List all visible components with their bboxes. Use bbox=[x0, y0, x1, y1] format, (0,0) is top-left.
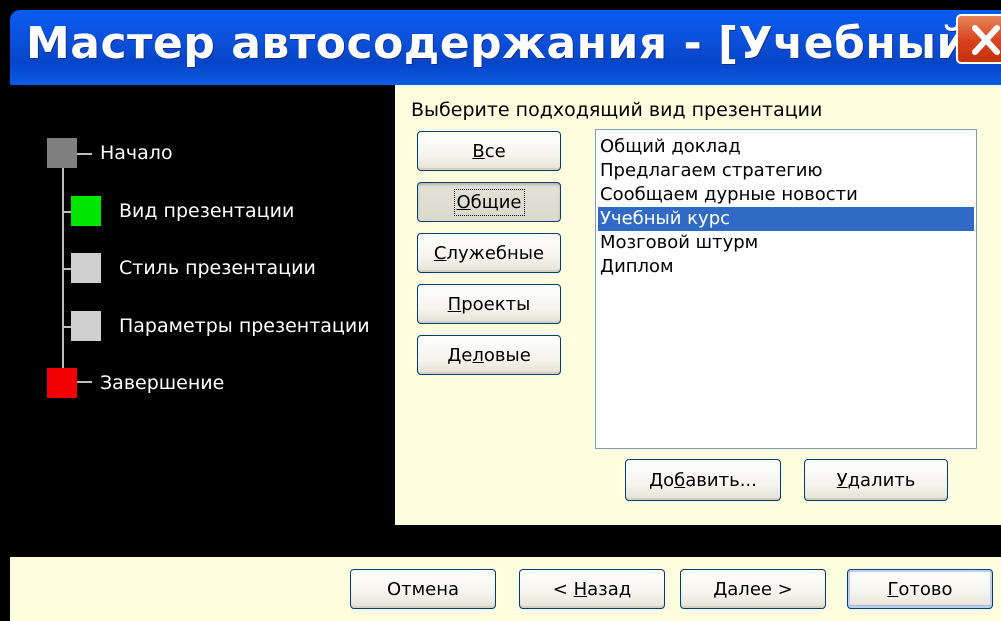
next-button[interactable]: Далее > bbox=[680, 569, 826, 609]
step-finish[interactable]: Завершение bbox=[47, 368, 347, 398]
button-label: Проекты bbox=[447, 293, 531, 315]
step-presentation-style[interactable]: Стиль презентации bbox=[71, 253, 371, 283]
button-label: Удалить bbox=[836, 469, 916, 491]
step-indicator bbox=[71, 196, 101, 226]
button-label: Далее > bbox=[713, 578, 793, 600]
list-item-selected[interactable]: Учебный курс bbox=[598, 207, 974, 231]
button-label: Все bbox=[472, 140, 506, 162]
finish-button[interactable]: Готово bbox=[847, 569, 993, 609]
step-label: Начало bbox=[100, 142, 173, 164]
main-heading: Выберите подходящий вид презентации bbox=[411, 99, 823, 121]
category-business-button[interactable]: Деловые bbox=[417, 335, 561, 375]
presentation-list[interactable]: Общий доклад Предлагаем стратегию Сообща… bbox=[595, 129, 977, 449]
steps-connector bbox=[62, 153, 64, 381]
add-button[interactable]: Добавить... bbox=[625, 459, 781, 501]
list-item[interactable]: Сообщаем дурные новости bbox=[598, 183, 974, 207]
back-button[interactable]: < Назад bbox=[519, 569, 665, 609]
title-bar[interactable]: Мастер автосодержания - [Учебный курс] bbox=[10, 10, 1001, 85]
step-label: Стиль презентации bbox=[119, 257, 316, 279]
dialog-window: Мастер автосодержания - [Учебный курс] Н… bbox=[0, 0, 1001, 621]
step-indicator bbox=[71, 253, 101, 283]
step-presentation-type[interactable]: Вид презентации bbox=[71, 196, 371, 226]
step-indicator bbox=[47, 138, 77, 168]
delete-button[interactable]: Удалить bbox=[804, 459, 948, 501]
list-item[interactable]: Общий доклад bbox=[598, 135, 974, 159]
window-title: Мастер автосодержания - [Учебный курс] bbox=[26, 18, 1001, 69]
list-item[interactable]: Мозговой штурм bbox=[598, 231, 974, 255]
step-indicator bbox=[47, 368, 77, 398]
category-general-button[interactable]: Общие bbox=[417, 182, 561, 222]
step-start[interactable]: Начало bbox=[47, 138, 347, 168]
step-label: Завершение bbox=[100, 372, 225, 394]
step-label: Вид презентации bbox=[119, 200, 295, 222]
separator-band bbox=[10, 525, 1001, 557]
step-presentation-options[interactable]: Параметры презентации bbox=[71, 311, 391, 341]
button-label: < Назад bbox=[552, 578, 632, 600]
button-label: Служебные bbox=[433, 242, 545, 264]
category-service-button[interactable]: Служебные bbox=[417, 233, 561, 273]
step-indicator bbox=[71, 311, 101, 341]
category-projects-button[interactable]: Проекты bbox=[417, 284, 561, 324]
list-item[interactable]: Диплом bbox=[598, 255, 974, 279]
category-all-button[interactable]: Все bbox=[417, 131, 561, 171]
steps-panel: Начало Вид презентации Стиль презентации… bbox=[10, 85, 395, 525]
button-label: Отмена bbox=[386, 578, 460, 600]
cancel-button[interactable]: Отмена bbox=[350, 569, 496, 609]
button-label: Деловые bbox=[447, 344, 531, 366]
list-item[interactable]: Предлагаем стратегию bbox=[598, 159, 974, 183]
main-panel: Выберите подходящий вид презентации Все … bbox=[395, 85, 1001, 525]
footer-bar: Отмена < Назад Далее > Готово bbox=[10, 557, 1001, 621]
button-label: Готово bbox=[887, 578, 953, 600]
step-label: Параметры презентации bbox=[119, 315, 370, 337]
close-icon bbox=[972, 25, 1000, 55]
button-label: Добавить... bbox=[649, 469, 757, 491]
dialog-body: Начало Вид презентации Стиль презентации… bbox=[10, 85, 1001, 621]
close-button[interactable] bbox=[956, 14, 1001, 64]
button-label: Общие bbox=[453, 188, 525, 216]
